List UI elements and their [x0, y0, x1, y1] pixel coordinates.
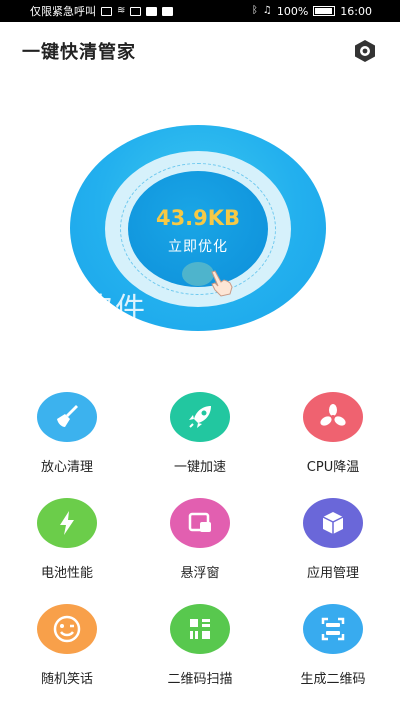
- app-header: 一键快清管家: [0, 22, 400, 80]
- app-title: 一键快清管家: [22, 42, 136, 63]
- feature-battery[interactable]: 电池性能: [7, 498, 127, 588]
- message-notification-icon: [146, 6, 158, 16]
- feature-floating-window[interactable]: 悬浮窗: [140, 498, 260, 588]
- bluetooth-icon: ᛒ: [251, 5, 258, 16]
- feature-label: 应用管理: [306, 566, 359, 581]
- feature-boost[interactable]: 一键加速: [140, 392, 260, 482]
- feature-jokes[interactable]: 随机笑话: [7, 604, 127, 694]
- feature-label: 悬浮窗: [180, 566, 220, 581]
- emergency-text: 仅限紧急呼叫: [30, 5, 96, 18]
- status-left: 仅限紧急呼叫 ≋: [30, 3, 174, 19]
- battery-icon: [313, 6, 336, 16]
- rocket-icon: [170, 392, 230, 442]
- feature-clean[interactable]: 放心清理: [7, 392, 127, 482]
- broom-icon: [37, 392, 97, 442]
- cube-icon: [303, 498, 363, 548]
- feature-label: 电池性能: [40, 566, 93, 581]
- floating-window-icon: [170, 498, 230, 548]
- feature-cpu-cool[interactable]: CPU降温: [273, 392, 393, 482]
- wifi-icon: ≋: [117, 5, 126, 16]
- junk-size: 43.9KB: [155, 206, 241, 230]
- feature-label: 放心清理: [40, 460, 93, 475]
- feature-qr-scan[interactable]: 二维码扫描: [140, 604, 260, 694]
- feature-qr-generate[interactable]: 生成二维码: [273, 604, 393, 694]
- optimize-label: 立即优化: [168, 239, 228, 255]
- image-notification-icon: [130, 6, 142, 16]
- feature-label: 生成二维码: [300, 672, 366, 687]
- feature-label: 随机笑话: [40, 672, 93, 687]
- qr-generate-icon: [303, 604, 363, 654]
- watermark-text: 软件: [82, 292, 148, 327]
- pointing-hand-icon: [211, 270, 233, 297]
- sim-icon: [101, 6, 112, 16]
- feature-label: 二维码扫描: [167, 672, 233, 687]
- qr-scan-icon: [170, 604, 230, 654]
- status-bar: 仅限紧急呼叫 ≋ ᛒ ♫ 100% 16:00: [0, 0, 400, 22]
- feature-label: 一键加速: [173, 460, 226, 475]
- battery-percent: 100%: [276, 4, 309, 18]
- feature-label: CPU降温: [306, 460, 360, 475]
- mail-notification-icon: [162, 6, 174, 16]
- mute-bell-icon: ♫: [262, 5, 272, 16]
- status-right: ᛒ ♫ 100% 16:00: [252, 5, 372, 18]
- clock: 16:00: [340, 4, 372, 18]
- fan-icon: [303, 392, 363, 442]
- feature-app-manager[interactable]: 应用管理: [273, 498, 393, 588]
- settings-icon[interactable]: [352, 38, 378, 64]
- lightning-icon: [37, 498, 97, 548]
- wink-face-icon: [37, 604, 97, 654]
